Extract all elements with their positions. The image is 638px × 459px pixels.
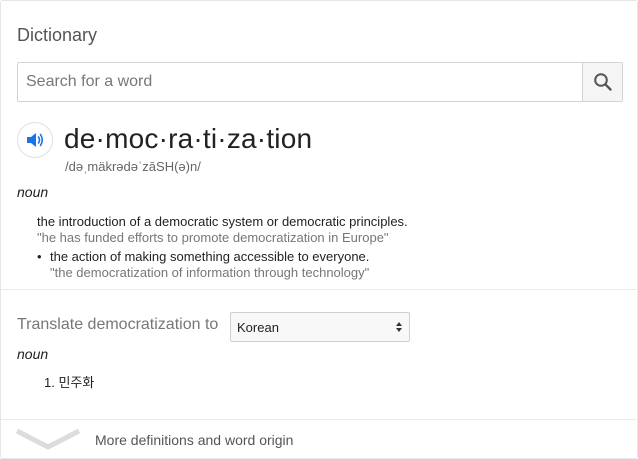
dictionary-card: Dictionary de·moc·ra·ti·za·tion /dəˌmäkr…	[0, 0, 638, 459]
search-box	[17, 62, 623, 102]
definition-2-example: "the democratization of information thro…	[50, 265, 370, 280]
translation-part-of-speech: noun	[17, 346, 49, 362]
section-divider	[1, 289, 638, 290]
part-of-speech: noun	[17, 184, 49, 200]
language-select-value: Korean	[237, 319, 279, 335]
search-icon	[593, 73, 612, 91]
up-down-arrows-icon	[396, 322, 402, 332]
phonetic-spelling: /dəˌmäkrədəˈzāSH(ə)n/	[65, 159, 201, 174]
translate-label: Translate democratization to	[17, 316, 219, 333]
pronunciation-audio-button[interactable]	[17, 122, 53, 158]
dictionary-title: Dictionary	[17, 25, 98, 45]
translation-item: 1. 민주화	[44, 375, 95, 390]
footer-divider	[1, 419, 638, 420]
speaker-icon	[27, 133, 44, 147]
chevron-down-icon[interactable]	[15, 427, 81, 451]
more-definitions-link[interactable]: More definitions and word origin	[95, 432, 293, 448]
definition-1-example: "he has funded efforts to promote democr…	[37, 230, 389, 245]
sub-definition-bullet: •	[37, 249, 42, 264]
search-button[interactable]	[582, 63, 622, 101]
headword: de·moc·ra·ti·za·tion	[64, 123, 313, 154]
definition-2: the action of making something accessibl…	[50, 249, 370, 264]
language-select[interactable]: Korean	[230, 312, 410, 342]
search-input[interactable]	[18, 63, 582, 101]
definition-1: the introduction of a democratic system …	[37, 214, 408, 229]
